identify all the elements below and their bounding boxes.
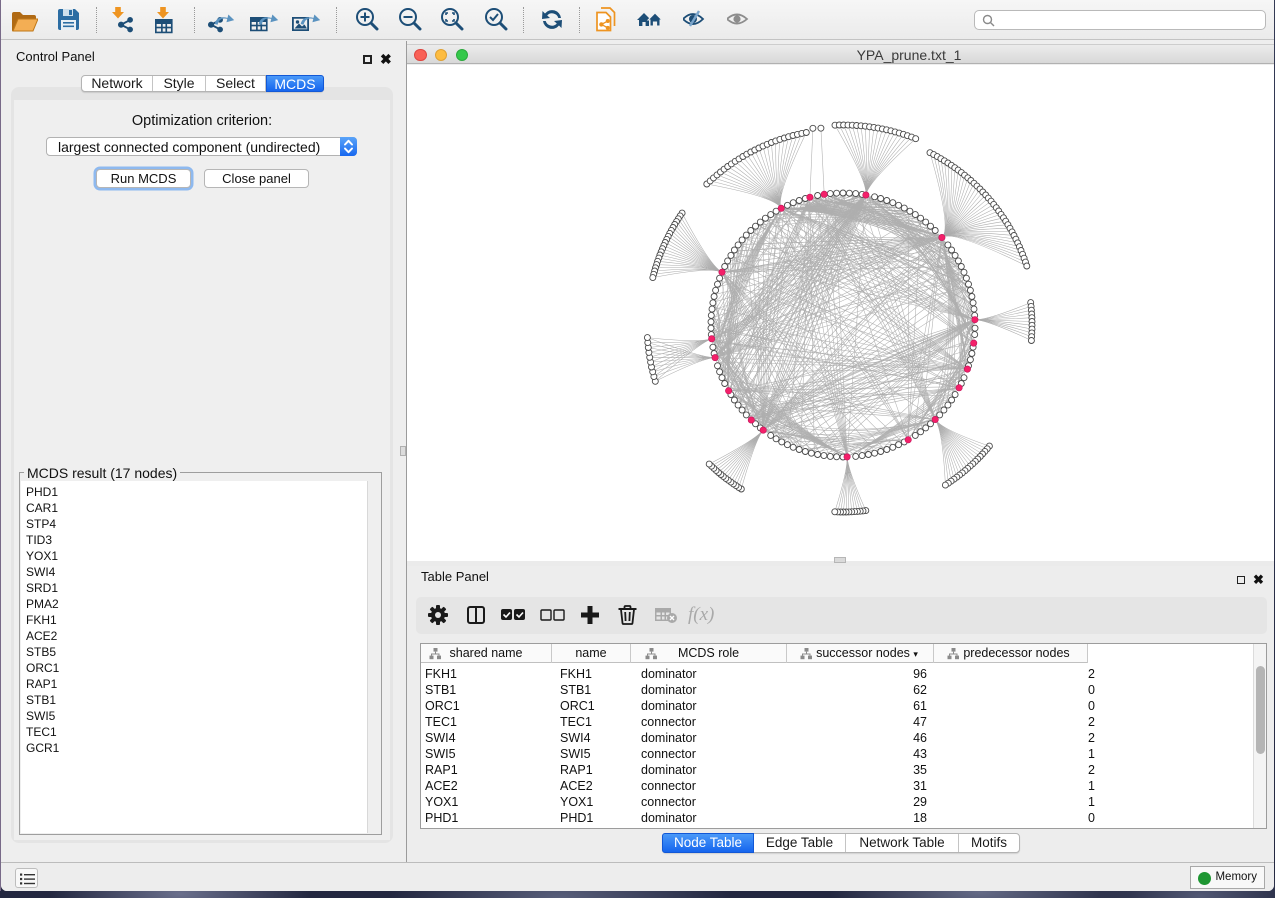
svg-text:f(x): f(x) xyxy=(688,604,714,625)
